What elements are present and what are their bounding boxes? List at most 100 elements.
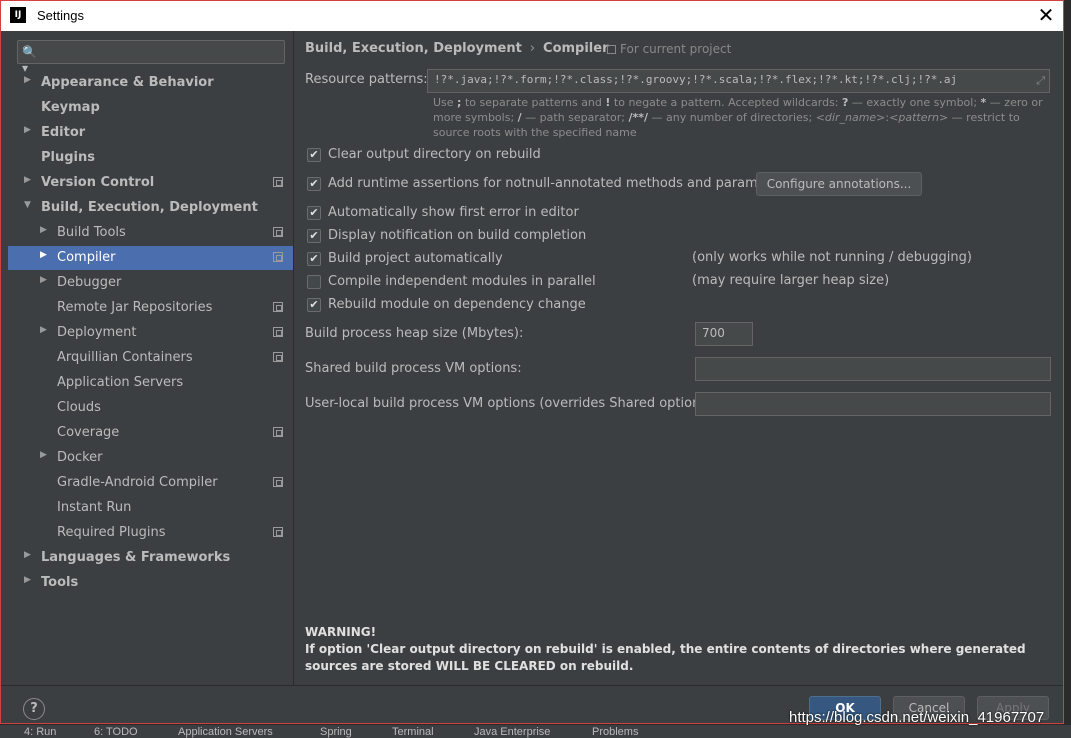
resource-patterns-hint: Use ; to separate patterns and ! to nega… [433, 96, 1043, 139]
checkbox-label[interactable]: Rebuild module on dependency change [328, 297, 586, 312]
expand-arrow-icon[interactable]: ▶ [24, 75, 31, 85]
checkbox-checked-icon[interactable]: ✔ [307, 177, 321, 191]
sidebar-item-compiler[interactable]: ▶ Compiler [8, 246, 293, 270]
watermark: https://blog.csdn.net/weixin_41967707 [789, 709, 1045, 726]
strip-run[interactable]: 4: Run [24, 726, 56, 738]
sidebar-item-docker[interactable]: ▶ Docker [8, 446, 293, 470]
checkbox-label[interactable]: Build project automatically [328, 251, 503, 266]
sidebar-item-label: Gradle-Android Compiler [57, 475, 218, 490]
sidebar-item-label: Build, Execution, Deployment [41, 200, 258, 215]
checkbox-label[interactable]: Automatically show first error in editor [328, 205, 579, 220]
expand-arrow-icon[interactable]: ▶ [24, 550, 31, 560]
sidebar-item-remote-jar-repositories[interactable]: Remote Jar Repositories [8, 296, 293, 320]
project-level-icon [273, 252, 283, 262]
sidebar-item-appearance[interactable]: ▶ Appearance & Behavior [8, 71, 293, 95]
checkbox-checked-icon[interactable]: ✔ [307, 298, 321, 312]
title-bar: IJ Settings ✕ [1, 1, 1063, 31]
expand-arrow-icon[interactable]: ▶ [40, 275, 47, 285]
checkbox-checked-icon[interactable]: ✔ [307, 206, 321, 220]
checkbox-label[interactable]: Display notification on build completion [328, 228, 586, 243]
sidebar-item-build-execution-deployment[interactable]: ▼ Build, Execution, Deployment [8, 196, 293, 220]
expand-arrow-icon[interactable]: ▶ [40, 225, 47, 235]
checkbox-checked-icon[interactable]: ✔ [307, 148, 321, 162]
sidebar-item-plugins[interactable]: Plugins [8, 146, 293, 170]
sidebar-item-label: Editor [41, 125, 86, 140]
sidebar-item-application-servers[interactable]: Application Servers [8, 371, 293, 395]
checkbox-unchecked-icon[interactable] [307, 275, 321, 289]
sidebar-item-label: Application Servers [57, 375, 184, 390]
sidebar-item-keymap[interactable]: Keymap [8, 96, 293, 120]
project-level-icon [273, 327, 283, 337]
ide-tool-window-strip: 4: Run 6: TODO Application Servers Sprin… [0, 724, 1071, 738]
scope-note-text: For current project [620, 42, 732, 56]
sidebar-item-debugger[interactable]: ▶ Debugger [8, 271, 293, 295]
breadcrumb-parent[interactable]: Build, Execution, Deployment [305, 41, 522, 56]
sidebar-item-label: Debugger [57, 275, 122, 290]
sidebar-item-gradle-android-compiler[interactable]: Gradle-Android Compiler [8, 471, 293, 495]
expand-arrow-icon[interactable]: ▶ [24, 575, 31, 585]
window-title: Settings [37, 8, 84, 23]
resource-patterns-label: Resource patterns: [305, 72, 428, 87]
help-icon[interactable]: ? [23, 698, 45, 720]
strip-java-enterprise[interactable]: Java Enterprise [474, 726, 550, 738]
sidebar-item-label: Docker [57, 450, 103, 465]
sidebar-item-label: Deployment [57, 325, 137, 340]
sidebar-item-label: Languages & Frameworks [41, 550, 231, 565]
sidebar-item-label: Build Tools [57, 225, 126, 240]
expand-field-icon[interactable]: ⤢ [1036, 74, 1045, 88]
collapse-arrow-icon[interactable]: ▼ [24, 200, 31, 210]
search-box[interactable]: 🔍▾ [17, 40, 285, 75]
resource-patterns-value: !?*.java;!?*.form;!?*.class;!?*.groovy;!… [434, 73, 958, 86]
sidebar-item-arquillian-containers[interactable]: Arquillian Containers [8, 346, 293, 370]
project-level-icon [273, 352, 283, 362]
checkbox-label[interactable]: Compile independent modules in parallel [328, 274, 596, 289]
sidebar-item-required-plugins[interactable]: Required Plugins [8, 521, 293, 545]
sidebar-item-build-tools[interactable]: ▶ Build Tools [8, 221, 293, 245]
expand-arrow-icon[interactable]: ▶ [40, 325, 47, 335]
sidebar-item-coverage[interactable]: Coverage [8, 421, 293, 445]
checkbox-label[interactable]: Add runtime assertions for notnull-annot… [328, 176, 791, 191]
heap-size-input[interactable]: 700 [695, 322, 753, 346]
project-level-icon [273, 427, 283, 437]
strip-todo[interactable]: 6: TODO [94, 726, 138, 738]
search-icon[interactable]: 🔍▾ [22, 44, 40, 75]
sidebar-item-tools[interactable]: ▶ Tools [8, 571, 293, 595]
sidebar-item-deployment[interactable]: ▶ Deployment [8, 321, 293, 345]
sidebar-item-label: Remote Jar Repositories [57, 300, 213, 315]
project-level-icon [273, 177, 283, 187]
checkbox-label[interactable]: Clear output directory on rebuild [328, 147, 541, 162]
sidebar-item-languages-frameworks[interactable]: ▶ Languages & Frameworks [8, 546, 293, 570]
resource-patterns-field[interactable]: !?*.java;!?*.form;!?*.class;!?*.groovy;!… [427, 69, 1050, 93]
user-vm-options-input[interactable] [695, 392, 1051, 416]
sidebar-item-version-control[interactable]: ▶ Version Control [8, 171, 293, 195]
search-input[interactable] [42, 43, 280, 61]
sidebar-item-label: Plugins [41, 150, 95, 165]
user-vm-options-label: User-local build process VM options (ove… [305, 396, 717, 411]
expand-arrow-icon[interactable]: ▶ [24, 125, 31, 135]
sidebar-item-instant-run[interactable]: Instant Run [8, 496, 293, 520]
compiler-settings-panel: Build, Execution, Deployment › Compiler Fo… [295, 31, 1063, 685]
sidebar-item-clouds[interactable]: Clouds [8, 396, 293, 420]
project-level-icon [273, 527, 283, 537]
strip-application-servers[interactable]: Application Servers [178, 726, 273, 738]
rebuild-warning: WARNING! If option 'Clear output directo… [305, 624, 1050, 675]
sidebar-item-label: Version Control [41, 175, 155, 190]
checkbox-checked-icon[interactable]: ✔ [307, 252, 321, 266]
expand-arrow-icon[interactable]: ▶ [40, 450, 47, 460]
settings-sidebar: 🔍▾ ▶ Appearance & Behavior Keymap ▶ Edit… [8, 31, 294, 685]
strip-terminal[interactable]: Terminal [392, 726, 434, 738]
warning-title: WARNING! [305, 625, 377, 639]
project-level-icon [273, 227, 283, 237]
strip-spring[interactable]: Spring [320, 726, 352, 738]
expand-arrow-icon[interactable]: ▶ [24, 175, 31, 185]
scope-note: For current project [607, 42, 731, 56]
sidebar-item-editor[interactable]: ▶ Editor [8, 121, 293, 145]
close-icon[interactable]: ✕ [1029, 1, 1063, 31]
configure-annotations-button[interactable]: Configure annotations... [756, 172, 922, 196]
checkbox-checked-icon[interactable]: ✔ [307, 229, 321, 243]
sidebar-item-label: Required Plugins [57, 525, 166, 540]
shared-vm-options-input[interactable] [695, 357, 1051, 381]
strip-problems[interactable]: Problems [592, 726, 638, 738]
breadcrumb: Build, Execution, Deployment › Compiler [305, 41, 609, 56]
expand-arrow-icon[interactable]: ▶ [40, 250, 47, 260]
